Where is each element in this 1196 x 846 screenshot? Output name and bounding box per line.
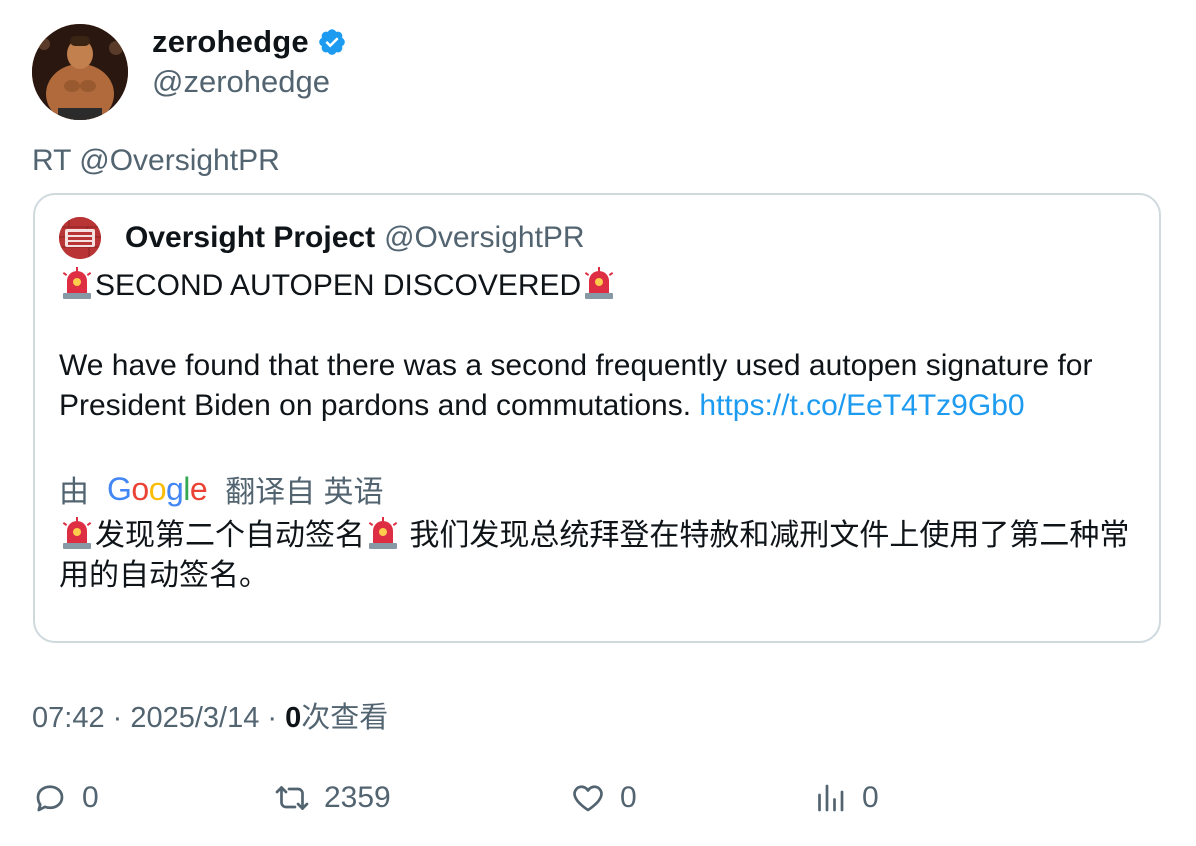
quoted-tweet-text: SECOND AUTOPEN DISCOVERED We have found … (59, 265, 1149, 426)
meta-separator: · (104, 702, 131, 734)
siren-icon (59, 265, 95, 301)
retweet-button[interactable]: 2359 (274, 780, 391, 816)
author-avatar[interactable] (32, 24, 128, 120)
translate-prefix: 由 (59, 476, 89, 509)
tweet-date[interactable]: 2025/3/14 (130, 702, 259, 734)
translated-headline: 发现第二个自动签名 (95, 519, 365, 552)
reply-icon (36, 785, 64, 812)
siren-icon (59, 515, 95, 551)
author-handle[interactable]: @zerohedge (152, 64, 347, 100)
tweet-header: zerohedge @zerohedge (32, 24, 347, 120)
oversight-logo-icon (59, 217, 101, 259)
retweet-icon (275, 786, 309, 810)
analytics-icon (818, 784, 844, 812)
reply-button[interactable]: 0 (32, 780, 99, 816)
tweet-link[interactable]: https://t.co/EeT4Tz9Gb0 (699, 389, 1024, 422)
siren-icon (365, 515, 401, 551)
views-action-count: 0 (862, 781, 879, 814)
translated-text: 发现第二个自动签名 我们发现总统拜登在特赦和减刑文件上使用了第二种常用的自动签名… (59, 515, 1139, 596)
quoted-headline: SECOND AUTOPEN DISCOVERED (95, 269, 582, 302)
quoted-author-handle[interactable]: @OversightPR (384, 221, 585, 255)
quoted-author-display-name[interactable]: Oversight Project (125, 221, 375, 255)
action-bar: 0 2359 0 0 (32, 780, 1162, 820)
author-display-name[interactable]: zerohedge (152, 24, 309, 60)
verified-badge-icon (317, 27, 347, 57)
retweet-count: 2359 (324, 781, 391, 814)
avatar-photo-icon (32, 24, 128, 120)
siren-icon (581, 265, 617, 301)
retweet-label: RT @OversightPR (32, 144, 280, 177)
heart-icon (573, 785, 603, 812)
views-label: 次查看 (301, 702, 389, 734)
quoted-author-avatar[interactable] (59, 217, 101, 259)
views-count: 0 (285, 702, 302, 734)
quoted-tweet-card[interactable]: Oversight Project @OversightPR SECOND AU… (33, 193, 1161, 643)
tweet-time[interactable]: 07:42 (32, 702, 105, 734)
translation-attribution: 由 Google 翻译自 英语 (59, 467, 384, 511)
like-count: 0 (620, 781, 637, 814)
translate-suffix[interactable]: 翻译自 英语 (225, 467, 383, 511)
like-button[interactable]: 0 (570, 780, 637, 816)
meta-separator: · (259, 702, 286, 734)
reply-count: 0 (82, 781, 99, 814)
tweet-meta: 07:42 · 2025/3/14 · 0次查看 (32, 694, 388, 736)
google-logo-icon: Google (107, 470, 208, 507)
views-button[interactable]: 0 (812, 780, 879, 816)
